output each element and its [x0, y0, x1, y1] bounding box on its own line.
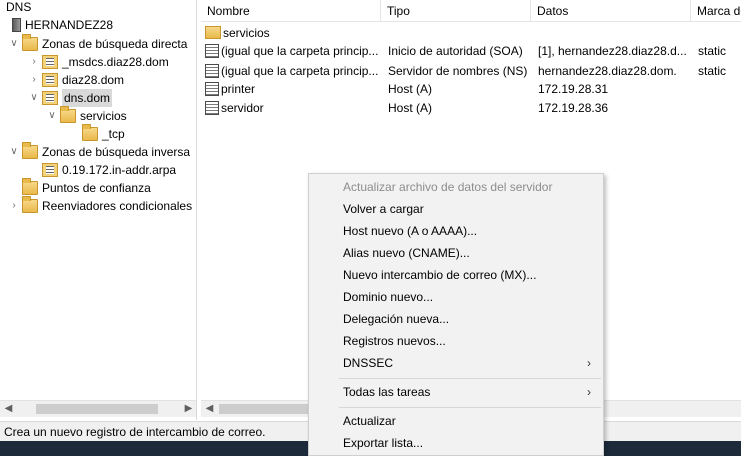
- cell-data: [1], hernandez28.diaz28.d...: [538, 44, 687, 58]
- menu-separator: [339, 378, 601, 379]
- cell-type: Inicio de autoridad (SOA): [388, 44, 523, 58]
- menu-item-other-new-records[interactable]: Registros nuevos...: [311, 330, 601, 352]
- tree-item-label: servicios: [80, 109, 127, 123]
- tree-item-label: Reenviadores condicionales: [42, 199, 193, 213]
- scrollbar-thumb[interactable]: [36, 404, 158, 414]
- cell-name: (igual que la carpeta princip...: [221, 44, 379, 58]
- menu-item-export-list[interactable]: Exportar lista...: [311, 432, 601, 454]
- status-text: Crea un nuevo registro de intercambio de…: [4, 425, 266, 439]
- scrollbar-thumb[interactable]: [219, 404, 309, 414]
- record-icon: [205, 64, 219, 78]
- cell-type: Servidor de nombres (NS): [388, 64, 528, 78]
- zone-icon: [42, 91, 58, 105]
- tree-item-label: diaz28.dom: [62, 73, 125, 87]
- tree-item-forward-zones[interactable]: ∨ Zonas de búsqueda directa: [8, 34, 188, 53]
- menu-item-new-host[interactable]: Host nuevo (A o AAAA)...: [311, 220, 601, 242]
- cell-data: 172.19.28.31: [538, 82, 609, 96]
- folder-icon: [22, 34, 38, 51]
- tree-server[interactable]: HERNANDEZ28: [10, 16, 113, 34]
- menu-item-new-delegation[interactable]: Delegación nueva...: [311, 308, 601, 330]
- chevron-right-icon[interactable]: ›: [28, 71, 40, 89]
- menu-separator: [339, 407, 601, 408]
- tree-item-label: Puntos de confianza: [42, 181, 151, 195]
- folder-icon: [22, 142, 38, 159]
- cell-stamp: static: [698, 44, 727, 58]
- menu-item-label: Todas las tareas: [343, 385, 431, 399]
- tree-item-label: dns.dom: [62, 89, 113, 107]
- tree-item-label: Zonas de búsqueda directa: [42, 37, 188, 51]
- context-menu: Actualizar archivo de datos del servidor…: [308, 173, 604, 456]
- chevron-right-icon[interactable]: ›: [8, 197, 20, 215]
- folder-icon: [22, 178, 38, 195]
- tree-item-diaz28[interactable]: › diaz28.dom: [28, 71, 124, 89]
- cell-name: printer: [221, 82, 256, 96]
- folder-icon: [60, 106, 76, 123]
- menu-item-reload[interactable]: Volver a cargar: [311, 198, 601, 220]
- record-icon: [205, 44, 219, 58]
- tree-server-label: HERNANDEZ28: [25, 18, 114, 32]
- tree-item-label: _tcp: [102, 127, 125, 141]
- cell-name: servidor: [221, 101, 264, 115]
- scroll-left-icon[interactable]: ◀: [0, 401, 17, 417]
- chevron-down-icon[interactable]: ∨: [28, 89, 40, 107]
- submenu-arrow-icon: ›: [587, 385, 591, 399]
- tree-root-label: DNS: [6, 0, 32, 14]
- table-row[interactable]: (igual que la carpeta princip... Inicio …: [201, 42, 741, 60]
- tree-root-dns[interactable]: DNS: [6, 0, 31, 16]
- zone-icon: [42, 55, 58, 69]
- cell-stamp: static: [698, 64, 727, 78]
- cell-name: servicios: [223, 26, 270, 40]
- tree-item-tcp[interactable]: _tcp: [80, 124, 125, 143]
- tree-item-label: _msdcs.diaz28.dom: [62, 55, 169, 69]
- column-header-type[interactable]: Tipo: [381, 0, 531, 22]
- menu-item-new-mail-exchanger[interactable]: Nuevo intercambio de correo (MX)...: [311, 264, 601, 286]
- folder-icon: [22, 196, 38, 213]
- table-row[interactable]: (igual que la carpeta princip... Servido…: [201, 62, 741, 80]
- record-icon: [205, 82, 219, 96]
- cell-data: 172.19.28.36: [538, 101, 609, 115]
- column-header-stamp[interactable]: Marca de: [691, 0, 741, 22]
- tree-item-label: 0.19.172.in-addr.arpa: [62, 163, 177, 177]
- column-header-data[interactable]: Datos: [531, 0, 691, 22]
- menu-item-update-server-data-file: Actualizar archivo de datos del servidor: [343, 180, 553, 194]
- folder-icon: [82, 124, 98, 141]
- chevron-right-icon[interactable]: ›: [28, 53, 40, 71]
- tree-item-servicios[interactable]: ∨ servicios: [46, 106, 127, 125]
- zone-icon: [42, 73, 58, 87]
- folder-icon: [205, 26, 221, 39]
- scroll-right-icon[interactable]: ▶: [180, 401, 196, 417]
- tree-item-conditional-forwarders[interactable]: › Reenviadores condicionales: [8, 196, 193, 215]
- tree-item-reverse-zone[interactable]: 0.19.172.in-addr.arpa: [40, 161, 176, 179]
- table-row[interactable]: servicios: [201, 24, 741, 42]
- table-row[interactable]: servidor Host (A) 172.19.28.36: [201, 99, 741, 117]
- menu-item-label: DNSSEC: [343, 356, 394, 370]
- chevron-down-icon[interactable]: ∨: [8, 35, 20, 53]
- submenu-arrow-icon: ›: [587, 356, 591, 370]
- menu-item-dnssec[interactable]: DNSSEC ›: [311, 352, 601, 374]
- table-row[interactable]: printer Host (A) 172.19.28.31: [201, 80, 741, 98]
- server-icon: [12, 18, 21, 32]
- cell-name: (igual que la carpeta princip...: [221, 64, 379, 78]
- tree-item-label: Zonas de búsqueda inversa: [42, 145, 191, 159]
- menu-item-all-tasks[interactable]: Todas las tareas ›: [311, 381, 601, 403]
- column-header-name[interactable]: Nombre: [201, 0, 381, 22]
- list-header: Nombre Tipo Datos Marca de: [201, 0, 741, 22]
- tree-horizontal-scrollbar[interactable]: ◀ ▶: [0, 400, 196, 417]
- console-tree: DNS HERNANDEZ28 ∨ Zonas de búsqueda dire…: [0, 0, 197, 420]
- cell-data: hernandez28.diaz28.dom.: [538, 64, 677, 78]
- zone-icon: [42, 163, 58, 177]
- cell-type: Host (A): [388, 101, 433, 115]
- menu-item-new-alias[interactable]: Alias nuevo (CNAME)...: [311, 242, 601, 264]
- scroll-left-icon[interactable]: ◀: [201, 401, 218, 417]
- chevron-down-icon[interactable]: ∨: [8, 143, 20, 161]
- tree-item-reverse-zones[interactable]: ∨ Zonas de búsqueda inversa: [8, 142, 191, 161]
- tree-item-dns-dom[interactable]: ∨ dns.dom: [28, 89, 113, 107]
- menu-item-new-domain[interactable]: Dominio nuevo...: [311, 286, 601, 308]
- chevron-down-icon[interactable]: ∨: [46, 107, 58, 125]
- tree-item-trust-points[interactable]: Puntos de confianza: [20, 178, 151, 197]
- menu-item-refresh[interactable]: Actualizar: [311, 410, 601, 432]
- cell-type: Host (A): [388, 82, 433, 96]
- record-icon: [205, 101, 219, 115]
- tree-item-msdcs[interactable]: › _msdcs.diaz28.dom: [28, 53, 169, 71]
